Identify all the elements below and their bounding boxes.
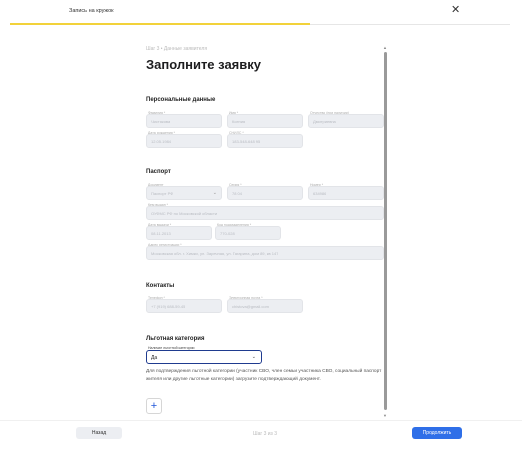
benefit-select[interactable]: Да ⌄	[146, 350, 262, 364]
scroll-down-icon[interactable]: ▼	[383, 413, 387, 418]
continue-button[interactable]: Продолжить	[412, 427, 462, 439]
address-field[interactable]: Московская обл. г. Химки, ул. Заречная, …	[146, 246, 384, 260]
scrollbar-thumb[interactable]	[384, 52, 387, 410]
issue-date-field[interactable]: 08.11.2013	[146, 226, 212, 240]
patronymic-field[interactable]: Дмитриевна	[308, 114, 384, 128]
add-document-button[interactable]: +	[146, 398, 162, 414]
step-label: Шаг 3 • Данные заявителя	[146, 46, 208, 52]
step-counter: Шаг 3 из 3	[253, 431, 278, 437]
close-icon[interactable]: ✕	[451, 5, 460, 16]
snils-field[interactable]: 183-548-648 95	[227, 134, 303, 148]
series-field[interactable]: 78 04	[227, 186, 303, 200]
progress-bar	[10, 23, 310, 25]
code-field[interactable]: 770-028	[215, 226, 281, 240]
section-benefit-title: Льготная категория	[146, 336, 205, 342]
issued-field[interactable]: ОУФМС РФ по Московской области	[146, 206, 384, 220]
scroll-up-icon[interactable]: ▲	[383, 45, 387, 50]
section-passport-title: Паспорт	[146, 169, 171, 175]
email-field[interactable]: chistova@gmail.com	[227, 299, 303, 313]
benefit-note: Для подтверждения льготной категории (уч…	[146, 369, 382, 382]
top-bar: Запись на кружок ✕	[0, 0, 522, 25]
footer-divider	[0, 420, 522, 421]
section-personal-title: Персональные данные	[146, 97, 216, 103]
back-button[interactable]: Назад	[76, 427, 122, 439]
name-field[interactable]: Ксения	[227, 114, 303, 128]
window-title: Запись на кружок	[69, 8, 114, 14]
phone-field[interactable]: +7 (919) 688-59-45	[146, 299, 222, 313]
surname-field[interactable]: Чистякова	[146, 114, 222, 128]
chevron-down-icon: ⌄	[251, 354, 256, 360]
section-contacts-title: Контакты	[146, 283, 175, 289]
doc-type-select[interactable]: Паспорт РФ ⌄	[146, 186, 222, 200]
birthdate-field[interactable]: 12.05.1984	[146, 134, 222, 148]
chevron-down-icon: ⌄	[212, 190, 217, 196]
page-title: Заполните заявку	[146, 57, 261, 72]
number-field[interactable]: 634986	[308, 186, 384, 200]
